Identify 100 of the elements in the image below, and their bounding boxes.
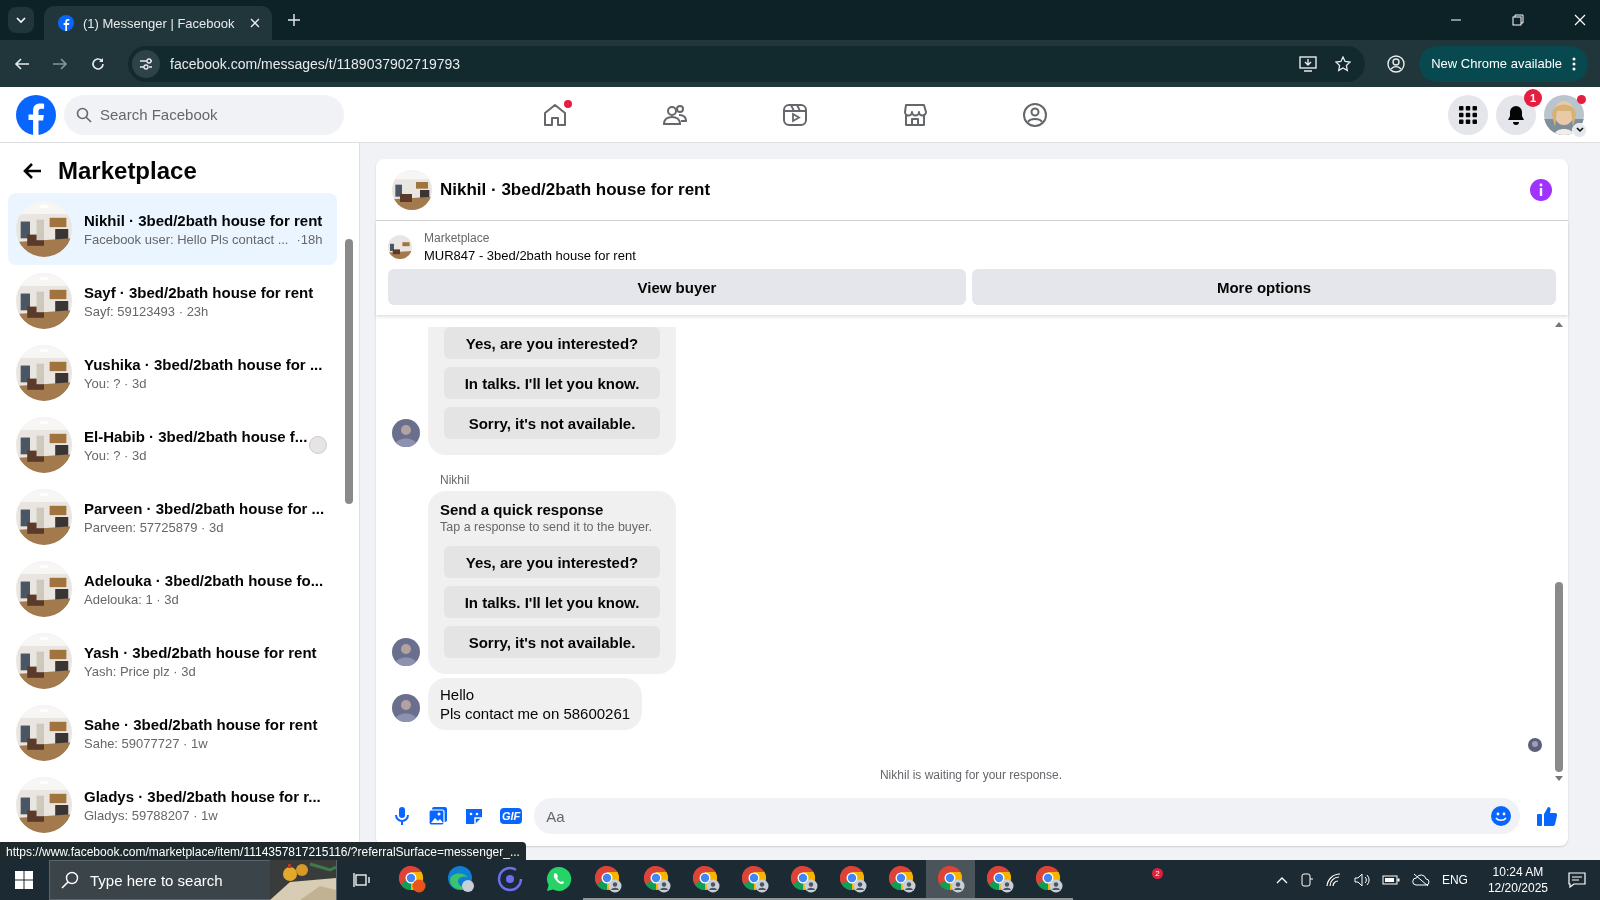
conversation-item[interactable]: Nikhil · 3bed/2bath house for rent Facebook user: Hello Pls contact ... ·18h	[8, 193, 337, 265]
message-field[interactable]: Aa	[534, 798, 1520, 834]
reload-icon[interactable]	[90, 55, 106, 72]
site-settings-icon[interactable]	[132, 49, 160, 78]
battery-icon[interactable]	[1381, 874, 1400, 886]
conversation-item[interactable]: Sayf · 3bed/2bath house for rent Sayf: 59123493 · 23h	[8, 265, 337, 337]
conversation-preview: Yash: Price plz · 3d	[84, 663, 196, 679]
profile-icon[interactable]	[1387, 54, 1406, 73]
action-button[interactable]: View buyer	[388, 269, 966, 305]
back-icon[interactable]	[14, 55, 30, 72]
scroll-down-icon[interactable]	[1555, 776, 1563, 782]
wifi-icon[interactable]	[1325, 873, 1342, 887]
task-view-icon[interactable]	[353, 871, 371, 889]
tab-list-button[interactable]	[8, 7, 34, 33]
conversation-preview: Facebook user: Hello Pls contact ...	[84, 231, 289, 247]
search-icon	[61, 871, 79, 889]
info-icon[interactable]	[1530, 178, 1552, 201]
quick-response-button[interactable]: Yes, are you interested?	[444, 546, 660, 578]
bell-icon	[1506, 104, 1526, 125]
search-icon	[76, 106, 92, 123]
avatar	[392, 419, 420, 447]
new-tab-icon[interactable]	[288, 14, 300, 26]
menu-grid-icon	[1458, 104, 1478, 125]
forward-icon[interactable]	[52, 55, 68, 72]
browser-icon	[397, 865, 426, 893]
close-icon[interactable]	[250, 18, 260, 28]
conversation-item[interactable]: Sahe · 3bed/2bath house for rent Sahe: 59077727 · 1w	[8, 697, 337, 769]
quick-response-button[interactable]: Yes, are you interested?	[444, 327, 660, 359]
facebook-logo[interactable]	[16, 94, 56, 135]
conversation-preview: You: ? · 3d	[84, 447, 147, 463]
menu-button[interactable]	[1448, 94, 1488, 135]
address-field[interactable]: facebook.com/messages/t/1189037902719793	[128, 45, 1366, 82]
scroll-up-icon[interactable]	[1555, 321, 1563, 327]
search-field[interactable]: Search Facebook	[64, 94, 344, 135]
notifications-icon[interactable]	[1568, 872, 1586, 888]
scroll-thumb[interactable]	[345, 239, 353, 504]
status-dot	[1577, 94, 1586, 104]
conversation-title: Sayf · 3bed/2bath house for rent	[84, 283, 314, 301]
taskbar-app[interactable]	[926, 860, 975, 900]
conversation-preview: Parveen: 57725879 · 3d	[84, 519, 224, 535]
ring-icon	[495, 865, 524, 893]
language-indicator[interactable]: ENG	[1441, 873, 1468, 887]
conversation-item[interactable]: El-Habib · 3bed/2bath house f... You: ? · 3d	[8, 409, 337, 481]
chat-title: Nikhil · 3bed/2bath house for rent	[440, 179, 711, 200]
conversation-title: Parveen · 3bed/2bath house for ...	[84, 499, 325, 517]
gif-button[interactable]: GIF	[500, 808, 523, 824]
conversation-item[interactable]: Yushika · 3bed/2bath house for ... You: ? · 3d	[8, 337, 337, 409]
update-chrome-button[interactable]: New Chrome available	[1419, 45, 1588, 82]
conversation-preview: You: ? · 3d	[84, 375, 147, 391]
action-button[interactable]: More options	[972, 269, 1556, 305]
browser-icon	[446, 865, 475, 893]
cloud-off-icon[interactable]	[1411, 873, 1430, 887]
sender-name: Nikhil	[440, 473, 471, 487]
camera-icon[interactable]	[1299, 873, 1314, 887]
listing-title[interactable]: MUR847 - 3bed/2bath house for rent	[424, 248, 636, 263]
quick-response-button[interactable]: In talks. I'll let you know.	[444, 586, 660, 618]
back-icon[interactable]	[22, 162, 42, 180]
quick-response-button[interactable]: Sorry, it's not available.	[444, 626, 660, 658]
quick-response-button[interactable]: In talks. I'll let you know.	[444, 367, 660, 399]
conversation-title: Adelouka · 3bed/2bath house fo...	[84, 571, 324, 589]
waiting-status: Nikhil is waiting for your response.	[879, 768, 1063, 782]
quick-response-button[interactable]: Sorry, it's not available.	[444, 407, 660, 439]
conversation-preview: Sahe: 59077727 · 1w	[84, 735, 208, 751]
conversation-preview: Sayf: 59123493 · 23h	[84, 303, 209, 319]
browser-icon	[593, 865, 622, 893]
browser-icon	[838, 865, 867, 893]
like-icon[interactable]	[1536, 805, 1558, 827]
scroll-thumb[interactable]	[1555, 582, 1563, 772]
shop-icon[interactable]	[902, 101, 928, 128]
install-app-icon[interactable]	[1299, 55, 1318, 72]
more-icon	[1572, 56, 1576, 71]
browser-tab[interactable]: (1) Messenger | Facebook	[44, 6, 272, 40]
message-text: Pls contact me on 58600261	[440, 705, 631, 722]
conversation-item[interactable]: Parveen · 3bed/2bath house for ... Parveen: 57725879 · 3d	[8, 481, 337, 553]
caret-icon	[1575, 127, 1584, 133]
browser-icon	[740, 865, 769, 893]
avatar	[392, 638, 420, 666]
conversation-item[interactable]: Gladys · 3bed/2bath house for r... Gladys: 59788207 · 1w	[8, 769, 337, 841]
image-icon[interactable]	[428, 806, 448, 826]
bookmark-star-icon[interactable]	[1335, 55, 1352, 72]
caret-icon	[15, 14, 27, 26]
emoji-icon[interactable]	[1490, 805, 1512, 827]
video-icon[interactable]	[782, 101, 808, 128]
windows-start-icon[interactable]	[15, 871, 33, 889]
conversation-title: Nikhil · 3bed/2bath house for rent	[84, 211, 323, 229]
notifications-button[interactable]	[1496, 94, 1536, 135]
restore-icon[interactable]	[1512, 14, 1524, 26]
browser-icon	[642, 865, 671, 893]
browser-icon	[691, 865, 720, 893]
chat-icon	[544, 865, 573, 893]
volume-icon[interactable]	[1353, 873, 1370, 887]
sticker-icon[interactable]	[464, 806, 484, 826]
chevron-up-icon[interactable]	[1275, 876, 1288, 884]
microphone-icon[interactable]	[392, 806, 412, 826]
groups-icon[interactable]	[1022, 101, 1048, 128]
home-icon[interactable]	[542, 101, 568, 128]
clock[interactable]: 10:24 AM 12/20/2025	[1487, 864, 1548, 896]
browser-icon	[985, 865, 1014, 893]
conversation-item[interactable]: Yash · 3bed/2bath house for rent Yash: Price plz · 3d	[8, 625, 337, 697]
conversation-item[interactable]: Adelouka · 3bed/2bath house fo... Adelouka: 1 · 3d	[8, 553, 337, 625]
